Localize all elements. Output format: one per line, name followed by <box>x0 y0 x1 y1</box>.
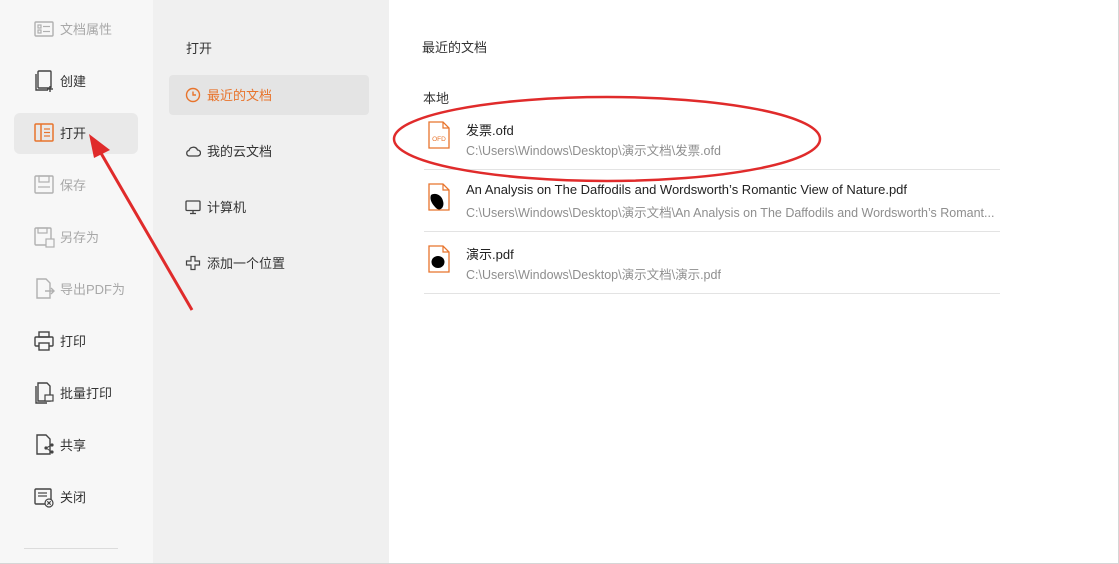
sidebar-item-close[interactable]: 关闭 <box>14 477 138 518</box>
sidebar-item-label: 另存为 <box>60 230 100 245</box>
printer-icon <box>34 331 54 351</box>
batch-print-icon <box>35 382 54 404</box>
sidebar-item-label: 文档属性 <box>60 22 113 37</box>
file-name: An Analysis on The Daffodils and Wordswo… <box>466 182 908 197</box>
location-computer[interactable]: 计算机 <box>169 187 369 227</box>
sidebar-item-save[interactable]: 保存 <box>14 165 138 206</box>
clock-icon <box>185 87 201 103</box>
ofd-icon-text: OFD <box>432 136 446 143</box>
ofd-file-icon: OFD <box>428 121 450 149</box>
location-label: 添加一个位置 <box>207 256 286 271</box>
location-my-cloud[interactable]: 我的云文档 <box>169 131 369 171</box>
file-name: 演示.pdf <box>466 247 514 262</box>
sidebar-item-label: 导出PDF为 <box>60 282 126 297</box>
close-document-icon <box>34 488 54 508</box>
add-location-icon <box>185 255 201 271</box>
save-as-icon <box>34 227 55 248</box>
sidebar-divider <box>24 548 118 549</box>
export-pdf-icon <box>36 278 55 299</box>
pdf-file-icon <box>428 183 450 211</box>
sidebar-item-open[interactable]: 打开 <box>14 113 138 154</box>
file-path: C:\Users\Windows\Desktop\演示文档\发票.ofd <box>466 144 721 158</box>
sidebar-item-label: 打印 <box>60 334 87 349</box>
sidebar-item-label: 共享 <box>60 438 87 453</box>
local-section-label: 本地 <box>423 91 450 106</box>
open-panel-title: 打开 <box>186 41 213 56</box>
sidebar-item-save-as[interactable]: 另存为 <box>14 217 138 258</box>
file-name: 发票.ofd <box>466 123 514 138</box>
recent-file-row[interactable]: 演示.pdf C:\Users\Windows\Desktop\演示文档\演示.… <box>424 232 1000 294</box>
cloud-icon <box>186 146 201 157</box>
document-properties-icon <box>34 21 54 37</box>
location-label: 我的云文档 <box>207 144 273 159</box>
sidebar-item-share[interactable]: 共享 <box>14 425 138 466</box>
sidebar-item-document-properties[interactable]: 文档属性 <box>14 9 138 50</box>
recent-file-row[interactable]: OFD 发票.ofd C:\Users\Windows\Desktop\演示文档… <box>424 108 1000 170</box>
sidebar-item-label: 创建 <box>60 74 87 89</box>
recent-documents-title: 最近的文档 <box>422 40 488 55</box>
location-label: 最近的文档 <box>207 88 273 103</box>
file-path: C:\Users\Windows\Desktop\演示文档\An Analysi… <box>466 206 995 220</box>
computer-monitor-icon <box>185 200 201 215</box>
open-book-icon <box>34 123 54 142</box>
sidebar-item-label: 打开 <box>60 126 87 141</box>
recent-file-row[interactable]: An Analysis on The Daffodils and Wordswo… <box>424 170 1000 232</box>
share-icon <box>36 434 54 455</box>
create-document-icon <box>35 70 53 92</box>
sidebar-item-create[interactable]: 创建 <box>14 61 138 102</box>
location-add-place[interactable]: 添加一个位置 <box>169 243 369 283</box>
save-icon <box>34 175 54 194</box>
left-sidebar: 文档属性 创建 打开 保存 另存为 导出PDF为 打印 批量打印 共享 关闭 <box>0 0 153 564</box>
file-path: C:\Users\Windows\Desktop\演示文档\演示.pdf <box>466 268 721 282</box>
sidebar-item-label: 关闭 <box>60 490 87 505</box>
pdf-file-icon <box>428 245 450 273</box>
location-label: 计算机 <box>207 200 247 215</box>
sidebar-item-export-pdf[interactable]: 导出PDF为 <box>14 269 138 310</box>
location-recent-documents[interactable]: 最近的文档 <box>169 75 369 115</box>
sidebar-item-batch-print[interactable]: 批量打印 <box>14 373 138 414</box>
sidebar-item-label: 保存 <box>60 178 87 193</box>
sidebar-item-label: 批量打印 <box>60 386 113 401</box>
sidebar-item-print[interactable]: 打印 <box>14 321 138 362</box>
